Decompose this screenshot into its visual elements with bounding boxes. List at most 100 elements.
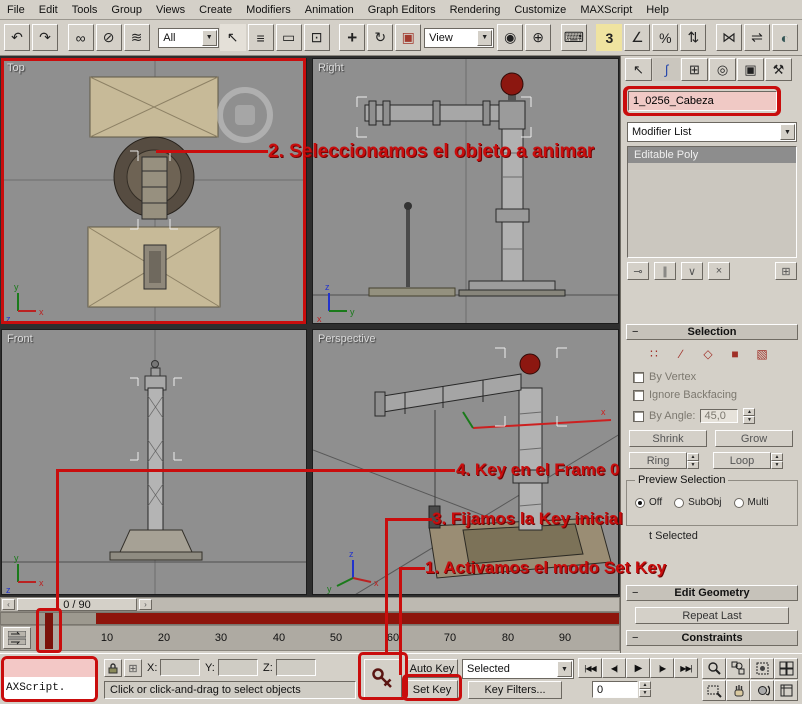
- select-and-scale-button[interactable]: [395, 24, 421, 51]
- polygon-mode-button[interactable]: ■: [726, 346, 744, 362]
- border-mode-button[interactable]: ◇: [699, 346, 717, 362]
- keyboard-override-toggle[interactable]: [561, 24, 587, 51]
- time-slider[interactable]: ‹ 0 / 90 ›: [0, 597, 620, 612]
- menu-tools[interactable]: Tools: [65, 2, 105, 18]
- current-frame-spinner[interactable]: ▲▼: [639, 681, 651, 697]
- orbit-button[interactable]: [750, 680, 774, 701]
- tab-utilities[interactable]: ⚒: [765, 58, 792, 81]
- tab-modify[interactable]: ∫: [653, 58, 680, 81]
- maxscript-listener-pink-row[interactable]: [4, 659, 95, 677]
- maxscript-listener[interactable]: AXScript.: [1, 656, 98, 702]
- rect-selection-region-button[interactable]: [276, 24, 302, 51]
- preview-subobj-radio[interactable]: [674, 498, 684, 508]
- menu-graph-editors[interactable]: Graph Editors: [361, 2, 443, 18]
- ignore-backfacing-checkbox[interactable]: [633, 390, 644, 401]
- key-filters-button[interactable]: Key Filters...: [468, 681, 562, 699]
- viewport-front[interactable]: y x z Front: [1, 329, 307, 595]
- frame-ruler[interactable]: 10 20 30 40 50 60 70 80 90: [0, 625, 620, 651]
- pin-stack-button[interactable]: ⊸: [627, 262, 649, 280]
- by-angle-spinner[interactable]: ▲▼: [743, 408, 755, 424]
- chevron-down-icon[interactable]: [780, 124, 795, 140]
- modifier-stack[interactable]: Editable Poly: [627, 146, 797, 258]
- reference-coord-combo[interactable]: View: [424, 28, 494, 48]
- make-unique-button[interactable]: ∨: [681, 262, 703, 280]
- viewport-right[interactable]: z y x Right: [312, 58, 619, 324]
- selection-filter-combo[interactable]: All: [158, 28, 218, 48]
- redo-button[interactable]: [32, 24, 58, 51]
- maximize-viewport-toggle[interactable]: [774, 680, 798, 701]
- edge-mode-button[interactable]: ∕: [672, 346, 690, 362]
- by-vertex-checkbox[interactable]: [633, 372, 644, 383]
- select-and-manipulate-button[interactable]: [525, 24, 551, 51]
- select-and-move-button[interactable]: [339, 24, 365, 51]
- grow-button[interactable]: Grow: [715, 430, 793, 447]
- window-crossing-toggle[interactable]: [304, 24, 330, 51]
- viewport-label-right[interactable]: Right: [318, 62, 344, 74]
- zoom-extents-button[interactable]: [750, 658, 774, 679]
- bind-to-spacewarp-button[interactable]: [124, 24, 150, 51]
- ring-button[interactable]: Ring: [629, 452, 687, 469]
- shrink-button[interactable]: Shrink: [629, 430, 707, 447]
- menu-maxscript[interactable]: MAXScript: [573, 2, 639, 18]
- time-slider-handle[interactable]: 0 / 90: [17, 598, 137, 611]
- time-slider-right-arrow[interactable]: ›: [139, 599, 152, 610]
- selection-rollout-header[interactable]: Selection: [626, 324, 798, 340]
- stack-item-editable-poly[interactable]: Editable Poly: [628, 147, 796, 163]
- key-mode-combo[interactable]: Selected: [462, 659, 574, 679]
- viewport-label-front[interactable]: Front: [7, 333, 33, 345]
- mini-curve-editor-button[interactable]: [3, 627, 31, 649]
- menu-customize[interactable]: Customize: [507, 2, 573, 18]
- track-bar[interactable]: [0, 612, 620, 625]
- current-frame-field[interactable]: 0: [592, 681, 638, 698]
- select-and-link-button[interactable]: [68, 24, 94, 51]
- next-frame-button[interactable]: |▶: [650, 658, 674, 678]
- zoom-region-button[interactable]: [702, 680, 726, 701]
- tab-motion[interactable]: ◎: [709, 58, 736, 81]
- absolute-offset-toggle[interactable]: ⊞: [124, 659, 142, 677]
- percent-snap-toggle[interactable]: [652, 24, 678, 51]
- pan-button[interactable]: [726, 680, 750, 701]
- align-button[interactable]: [744, 24, 770, 51]
- menu-file[interactable]: File: [0, 2, 32, 18]
- x-coordinate-field[interactable]: [160, 659, 200, 676]
- go-to-end-button[interactable]: ▶▶|: [674, 658, 698, 678]
- constraints-header[interactable]: Constraints: [626, 630, 798, 646]
- remove-modifier-button[interactable]: ×: [708, 262, 730, 280]
- zoom-button[interactable]: [702, 658, 726, 679]
- chevron-down-icon[interactable]: [202, 30, 217, 46]
- y-coordinate-field[interactable]: [218, 659, 258, 676]
- unlink-selection-button[interactable]: [96, 24, 122, 51]
- chevron-down-icon[interactable]: [477, 30, 492, 46]
- z-coordinate-field[interactable]: [276, 659, 316, 676]
- material-editor-button[interactable]: [772, 24, 798, 51]
- ring-spinner[interactable]: ▲▼: [687, 453, 699, 469]
- repeat-last-button[interactable]: Repeat Last: [635, 607, 789, 624]
- menu-rendering[interactable]: Rendering: [443, 2, 508, 18]
- use-pivot-center-button[interactable]: [497, 24, 523, 51]
- element-mode-button[interactable]: ▧: [753, 346, 771, 362]
- preview-off-radio[interactable]: [635, 498, 645, 508]
- go-to-start-button[interactable]: |◀◀: [578, 658, 602, 678]
- mirror-button[interactable]: [716, 24, 742, 51]
- spinner-snap-toggle[interactable]: [680, 24, 706, 51]
- by-angle-field[interactable]: 45,0: [700, 409, 738, 423]
- tab-create[interactable]: ↖: [625, 58, 652, 81]
- menu-animation[interactable]: Animation: [298, 2, 361, 18]
- select-object-button[interactable]: [220, 24, 246, 51]
- preview-multi-radio[interactable]: [734, 498, 744, 508]
- menu-views[interactable]: Views: [149, 2, 192, 18]
- menu-modifiers[interactable]: Modifiers: [239, 2, 298, 18]
- menu-create[interactable]: Create: [192, 2, 239, 18]
- menu-help[interactable]: Help: [639, 2, 676, 18]
- time-slider-left-arrow[interactable]: ‹: [2, 599, 15, 610]
- angle-snap-toggle[interactable]: [624, 24, 650, 51]
- selection-lock-toggle[interactable]: [104, 659, 122, 677]
- modifier-list-combo[interactable]: Modifier List: [627, 122, 797, 142]
- zoom-extents-all-button[interactable]: [774, 658, 798, 679]
- play-button[interactable]: ▶: [626, 658, 650, 678]
- snap-3d-toggle[interactable]: [596, 24, 622, 51]
- tab-display[interactable]: ▣: [737, 58, 764, 81]
- menu-group[interactable]: Group: [104, 2, 149, 18]
- menu-edit[interactable]: Edit: [32, 2, 65, 18]
- viewport-label-perspective[interactable]: Perspective: [318, 333, 375, 345]
